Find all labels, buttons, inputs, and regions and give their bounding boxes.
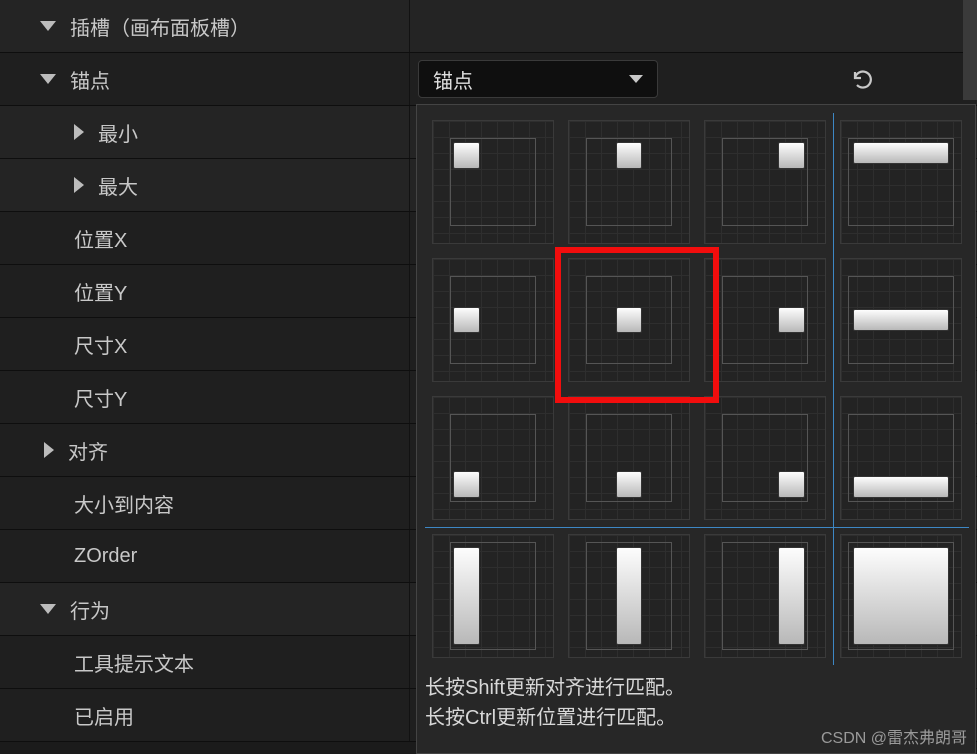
anchor-dropdown-label: 锚点 bbox=[433, 65, 473, 94]
anchor-label: 锚点 bbox=[70, 65, 110, 94]
grid-divider bbox=[833, 113, 834, 665]
anchor-preset[interactable] bbox=[561, 389, 697, 527]
chevron-down-icon[interactable] bbox=[40, 74, 56, 84]
anchor-preset[interactable] bbox=[425, 389, 561, 527]
anchor-preset[interactable] bbox=[425, 113, 561, 251]
anchor-dropdown[interactable]: 锚点 bbox=[418, 60, 658, 98]
slot-header: 插槽（画布面板槽） bbox=[70, 12, 250, 41]
anchor-preset[interactable] bbox=[561, 113, 697, 251]
posx-label: 位置X bbox=[74, 224, 127, 253]
size-to-content-label: 大小到内容 bbox=[74, 489, 174, 518]
anchor-preset[interactable] bbox=[697, 251, 833, 389]
sizex-label: 尺寸X bbox=[74, 330, 127, 359]
align-label: 对齐 bbox=[68, 436, 108, 465]
min-label: 最小 bbox=[98, 118, 138, 147]
max-label: 最大 bbox=[98, 171, 138, 200]
zorder-label: ZOrder bbox=[74, 545, 137, 568]
anchor-preset[interactable] bbox=[425, 251, 561, 389]
enabled-label: 已启用 bbox=[74, 701, 134, 730]
anchor-preset[interactable] bbox=[697, 389, 833, 527]
sizey-label: 尺寸Y bbox=[74, 383, 127, 412]
reset-icon[interactable] bbox=[849, 68, 877, 92]
anchor-picker-popup: 长按Shift更新对齐进行匹配。 长按Ctrl更新位置进行匹配。 bbox=[416, 104, 976, 754]
chevron-down-icon[interactable] bbox=[40, 604, 56, 614]
behavior-label: 行为 bbox=[70, 595, 110, 624]
chevron-right-icon[interactable] bbox=[74, 124, 84, 140]
chevron-down-icon bbox=[629, 75, 643, 83]
watermark: CSDN @雷杰弗朗哥 bbox=[821, 724, 967, 748]
anchor-preset[interactable] bbox=[425, 527, 561, 665]
anchor-preset[interactable] bbox=[833, 113, 969, 251]
anchor-preset[interactable] bbox=[561, 251, 697, 389]
anchor-preset[interactable] bbox=[833, 251, 969, 389]
grid-divider bbox=[425, 527, 969, 528]
anchor-preset[interactable] bbox=[561, 527, 697, 665]
anchor-preset[interactable] bbox=[697, 527, 833, 665]
tooltip-text-label: 工具提示文本 bbox=[74, 648, 194, 677]
scrollbar[interactable] bbox=[963, 0, 977, 100]
anchor-preset[interactable] bbox=[697, 113, 833, 251]
anchor-preset[interactable] bbox=[833, 527, 969, 665]
chevron-down-icon[interactable] bbox=[40, 21, 56, 31]
posy-label: 位置Y bbox=[74, 277, 127, 306]
chevron-right-icon[interactable] bbox=[74, 177, 84, 193]
anchor-preset[interactable] bbox=[833, 389, 969, 527]
picker-hint: 长按Shift更新对齐进行匹配。 bbox=[425, 673, 967, 703]
chevron-right-icon[interactable] bbox=[44, 442, 54, 458]
